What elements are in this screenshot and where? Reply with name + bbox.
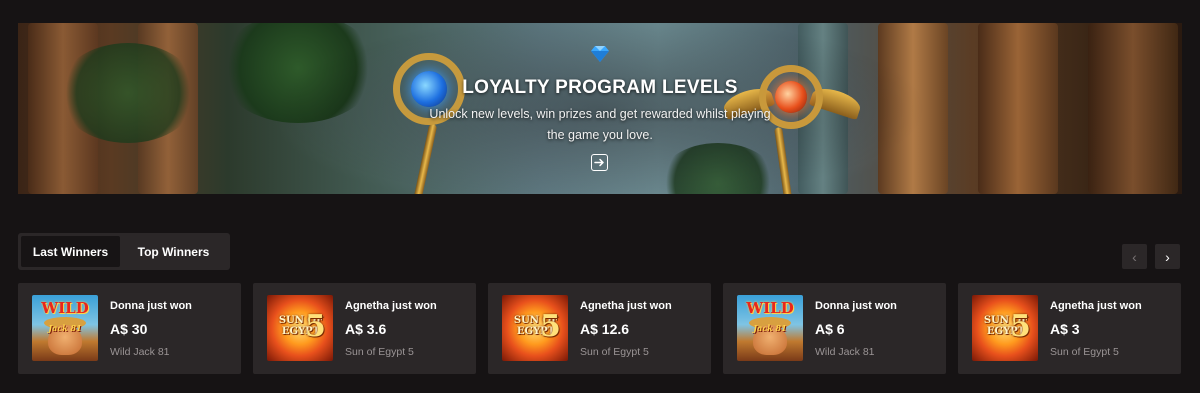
winner-card[interactable]: SUN OF EGYPT 5 Agnetha just won A$ 3.6 S… [253,283,476,374]
carousel-next-button[interactable]: › [1155,244,1180,269]
winner-name: Donna just won [815,300,897,312]
game-name: Sun of Egypt 5 [580,346,649,358]
game-name: Wild Jack 81 [815,346,875,358]
winner-card[interactable]: WILD Jack 81 Donna just won A$ 30 Wild Ja… [18,283,241,374]
win-amount: A$ 6 [815,321,845,337]
game-thumbnail[interactable]: SUN OF EGYPT 5 [972,295,1038,361]
arrow-right-square-icon [594,158,604,167]
game-name: Sun of Egypt 5 [1050,346,1119,358]
game-thumbnail[interactable]: WILD Jack 81 [737,295,803,361]
diamond-icon [591,46,609,62]
game-logo: WILD Jack 81 [746,299,794,333]
winner-card[interactable]: SUN OF EGYPT 5 Agnetha just won A$ 3 Sun… [958,283,1181,374]
chevron-left-icon: ‹ [1132,248,1137,265]
winner-name: Agnetha just won [1050,300,1142,312]
carousel-prev-button[interactable]: ‹ [1122,244,1147,269]
tab-last-winners[interactable]: Last Winners [21,236,120,267]
game-thumbnail[interactable]: WILD Jack 81 [32,295,98,361]
game-name: Sun of Egypt 5 [345,346,414,358]
game-name: Wild Jack 81 [110,346,170,358]
game-thumbnail[interactable]: SUN OF EGYPT 5 [502,295,568,361]
banner-title: LOYALTY PROGRAM LEVELS [462,77,738,98]
game-logo-number: 5 [540,309,561,344]
win-amount: A$ 30 [110,321,148,337]
tab-top-winners[interactable]: Top Winners [120,236,227,267]
win-amount: A$ 12.6 [580,321,630,337]
game-logo-number: 5 [1010,309,1031,344]
chevron-right-icon: › [1165,248,1170,265]
winner-name: Donna just won [110,300,192,312]
winner-name: Agnetha just won [345,300,437,312]
banner-subtitle: Unlock new levels, win prizes and get re… [429,107,771,142]
banner-arrow-button[interactable] [591,154,608,171]
game-thumbnail[interactable]: SUN OF EGYPT 5 [267,295,333,361]
winner-name: Agnetha just won [580,300,672,312]
winner-card[interactable]: SUN OF EGYPT 5 Agnetha just won A$ 12.6 … [488,283,711,374]
win-amount: A$ 3 [1050,321,1080,337]
win-amount: A$ 3.6 [345,321,387,337]
game-logo-number: 5 [305,309,326,344]
game-logo: WILD Jack 81 [41,299,89,333]
winner-card[interactable]: WILD Jack 81 Donna just won A$ 6 Wild Jac… [723,283,946,374]
winners-tabs: Last Winners Top Winners [18,233,230,270]
